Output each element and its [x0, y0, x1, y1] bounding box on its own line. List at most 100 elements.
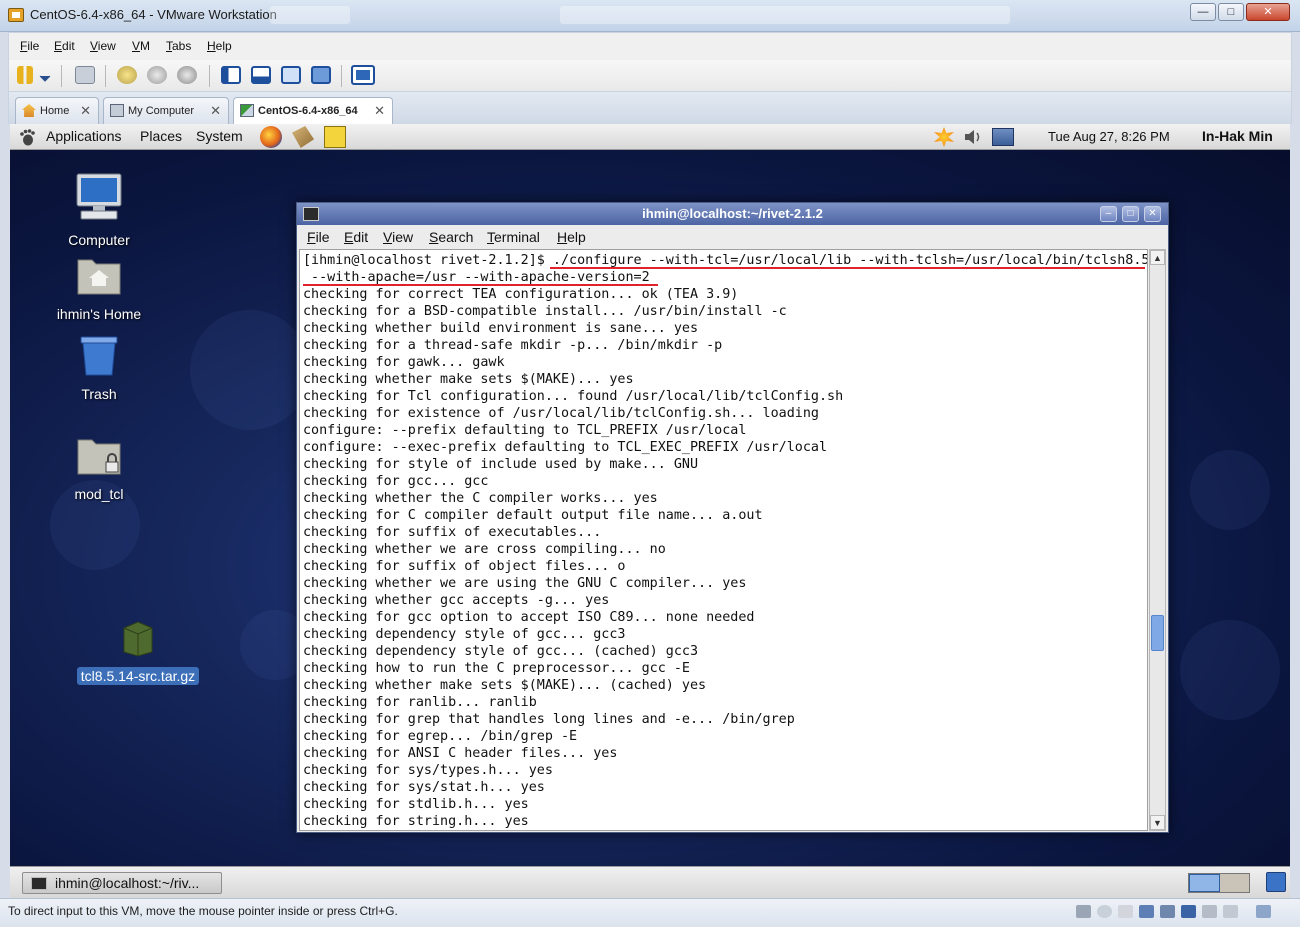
- terminal-line: checking for sys/stat.h... yes: [303, 780, 545, 795]
- terminal-menu-search[interactable]: Search: [429, 229, 473, 245]
- close-tab-icon[interactable]: ✕: [210, 103, 221, 119]
- unity-icon[interactable]: [311, 66, 331, 84]
- hard-disk-icon[interactable]: [1076, 905, 1091, 918]
- message-log-icon[interactable]: [1256, 905, 1271, 918]
- maximize-button[interactable]: □: [1218, 3, 1244, 21]
- trash-applet-icon[interactable]: [1266, 872, 1286, 892]
- menu-tabs[interactable]: Tabs: [166, 39, 191, 53]
- pause-icon[interactable]: [17, 66, 33, 84]
- taskbar-terminal-button[interactable]: ihmin@localhost:~/riv...: [22, 872, 222, 894]
- terminal-menu-help[interactable]: Help: [557, 229, 586, 245]
- tab-home[interactable]: Home ✕: [15, 97, 99, 124]
- background-bokeh: [1180, 620, 1280, 720]
- close-button[interactable]: ✕: [1246, 3, 1290, 21]
- menu-help[interactable]: Help: [207, 39, 232, 53]
- terminal-line: checking for a BSD-compatible install...…: [303, 304, 787, 319]
- vmware-toolbar: [8, 60, 1292, 92]
- close-tab-icon[interactable]: ✕: [80, 103, 91, 119]
- terminal-line: checking whether make sets $(MAKE)... ye…: [303, 372, 634, 387]
- chevron-down-icon[interactable]: [39, 70, 51, 82]
- full-screen-icon[interactable]: [281, 66, 301, 84]
- sidebar-toggle-icon[interactable]: [221, 66, 241, 84]
- tab-my-computer[interactable]: My Computer ✕: [103, 97, 229, 124]
- vm-running-icon: [240, 104, 254, 117]
- terminal-menu-edit[interactable]: Edit: [344, 229, 368, 245]
- terminal-scrollbar[interactable]: ▲ ▼: [1149, 249, 1166, 831]
- usb-controller-icon[interactable]: [1160, 905, 1175, 918]
- terminal-line: checking for egrep... /bin/grep -E: [303, 729, 578, 744]
- terminal-minimize-button[interactable]: –: [1100, 206, 1117, 222]
- terminal-titlebar[interactable]: ihmin@localhost:~/rivet-2.1.2 – □ ✕: [297, 203, 1168, 225]
- menu-vm[interactable]: VM: [132, 39, 150, 53]
- cd-rom-icon[interactable]: [1097, 905, 1112, 918]
- terminal-line: configure: --prefix defaulting to TCL_PR…: [303, 423, 747, 438]
- status-text: To direct input to this VM, move the mou…: [8, 904, 398, 918]
- desktop-icon-trash[interactable]: Trash: [44, 334, 154, 404]
- desktop-icon-tarball[interactable]: tcl8.5.14-src.tar.gz: [72, 618, 204, 686]
- system-menu[interactable]: System: [196, 128, 243, 144]
- terminal-window[interactable]: ihmin@localhost:~/rivet-2.1.2 – □ ✕ File…: [296, 202, 1169, 833]
- terminal-line: checking for C compiler default output f…: [303, 508, 763, 523]
- terminal-line: checking for grep that handles long line…: [303, 712, 795, 727]
- terminal-line: checking for style of include used by ma…: [303, 457, 699, 472]
- desktop-icon-mod-tcl[interactable]: mod_tcl: [44, 434, 154, 504]
- computer-icon: [76, 173, 122, 220]
- menu-view[interactable]: View: [90, 39, 116, 53]
- printer-icon[interactable]: [1202, 905, 1217, 918]
- terminal-menu-view[interactable]: View: [383, 229, 413, 245]
- tab-centos[interactable]: CentOS-6.4-x86_64 ✕: [233, 97, 393, 124]
- archive-icon: [123, 621, 153, 657]
- send-ctrl-alt-del-icon[interactable]: [75, 66, 95, 84]
- places-menu[interactable]: Places: [140, 128, 182, 144]
- terminal-menu-file[interactable]: File: [307, 229, 330, 245]
- notes-icon[interactable]: [324, 126, 346, 148]
- scroll-up-arrow[interactable]: ▲: [1150, 250, 1165, 265]
- close-tab-icon[interactable]: ✕: [374, 103, 385, 119]
- console-view-icon[interactable]: [351, 65, 375, 85]
- clock[interactable]: Tue Aug 27, 8:26 PM: [1048, 129, 1170, 144]
- terminal-line: checking whether make sets $(MAKE)... (c…: [303, 678, 707, 693]
- snapshot-icon[interactable]: [117, 66, 137, 84]
- terminal-output[interactable]: [ihmin@localhost rivet-2.1.2]$ ./configu…: [299, 249, 1148, 831]
- terminal-line: checking whether we are using the GNU C …: [303, 576, 747, 591]
- taskbar-label: ihmin@localhost:~/riv...: [55, 875, 200, 891]
- terminal-maximize-button[interactable]: □: [1122, 206, 1139, 222]
- applications-menu[interactable]: Applications: [46, 128, 122, 144]
- floppy-icon[interactable]: [1118, 905, 1133, 918]
- scroll-down-arrow[interactable]: ▼: [1150, 815, 1165, 830]
- vm-screen[interactable]: Applications Places System Tue Aug 27, 8…: [10, 124, 1290, 866]
- gnome-top-panel: Applications Places System Tue Aug 27, 8…: [10, 124, 1290, 150]
- terminal-menu-terminal[interactable]: Terminal: [487, 229, 540, 245]
- display-icon[interactable]: [1223, 905, 1238, 918]
- thumbnail-bar-icon[interactable]: [251, 66, 271, 84]
- desktop-icon-computer[interactable]: Computer: [44, 172, 154, 250]
- vmware-statusbar: To direct input to this VM, move the mou…: [0, 898, 1300, 927]
- terminal-line: checking whether the C compiler works...…: [303, 491, 658, 506]
- mail-icon[interactable]: [292, 126, 314, 148]
- revert-snapshot-icon[interactable]: [147, 66, 167, 84]
- volume-icon[interactable]: [962, 126, 984, 148]
- sound-card-icon[interactable]: [1181, 905, 1196, 918]
- terminal-line: checking for existence of /usr/local/lib…: [303, 406, 819, 421]
- menu-file[interactable]: File: [20, 39, 39, 53]
- workspace-switcher[interactable]: [1188, 873, 1250, 893]
- desktop-icon-home[interactable]: ihmin's Home: [44, 254, 154, 324]
- terminal-close-button[interactable]: ✕: [1144, 206, 1161, 222]
- network-icon[interactable]: [992, 128, 1014, 146]
- gnome-foot-icon[interactable]: [18, 128, 36, 146]
- vmware-titlebar: CentOS-6.4-x86_64 - VMware Workstation —…: [0, 0, 1300, 32]
- terminal-menubar: File Edit View Search Terminal Help: [297, 225, 1168, 249]
- minimize-button[interactable]: —: [1190, 3, 1216, 21]
- snapshot-manager-icon[interactable]: [177, 66, 197, 84]
- background-bokeh: [190, 310, 310, 430]
- terminal-line: checking whether we are cross compiling.…: [303, 542, 666, 557]
- toolbar-separator: [341, 65, 342, 87]
- user-name[interactable]: In-Hak Min: [1202, 128, 1273, 144]
- workspace-active[interactable]: [1189, 874, 1220, 892]
- scrollbar-thumb[interactable]: [1151, 614, 1164, 651]
- firefox-icon[interactable]: [260, 126, 282, 148]
- menu-edit[interactable]: Edit: [54, 39, 75, 53]
- update-notifier-icon[interactable]: [934, 127, 954, 147]
- terminal-line: checking for correct TEA configuration..…: [303, 287, 739, 302]
- network-adapter-icon[interactable]: [1139, 905, 1154, 918]
